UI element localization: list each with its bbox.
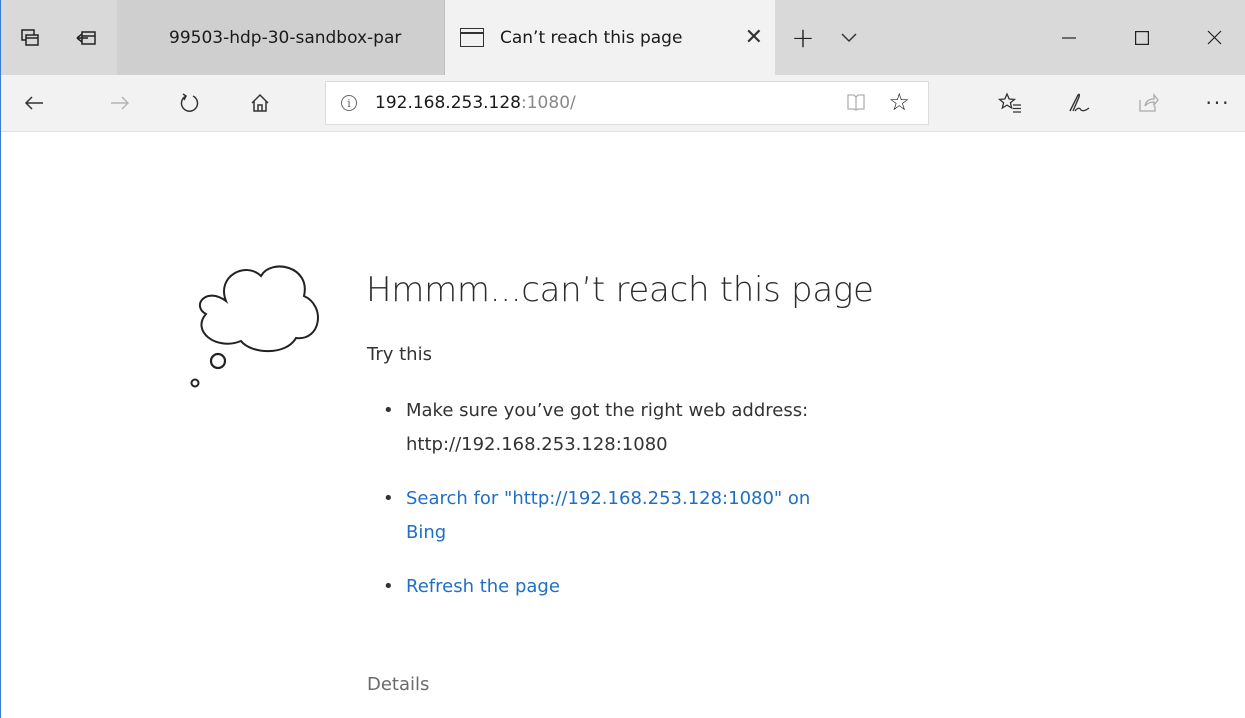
address-bar[interactable]: i 192.168.253.128:1080/ ☆: [325, 81, 929, 125]
details-toggle[interactable]: Details: [367, 674, 429, 695]
window-close-icon[interactable]: [1191, 0, 1237, 75]
suggestion-list: Make sure you’ve got the right web addre…: [380, 394, 850, 624]
list-item: Search for "http://192.168.253.128:1080"…: [380, 482, 850, 550]
tab-preview-icon[interactable]: [7, 0, 53, 75]
new-tab-icon[interactable]: +: [783, 0, 823, 75]
set-tabs-aside-icon[interactable]: [63, 0, 109, 75]
list-item: Make sure you’ve got the right web addre…: [380, 394, 850, 462]
tab-sandbox[interactable]: 99503-hdp-30-sandbox-par: [117, 0, 445, 75]
search-bing-link[interactable]: Search for "http://192.168.253.128:1080"…: [406, 488, 810, 543]
minimize-icon[interactable]: [1046, 0, 1092, 75]
reading-view-icon[interactable]: [846, 92, 866, 117]
tab-close-icon[interactable]: ✕: [745, 0, 763, 75]
share-icon[interactable]: [1125, 75, 1171, 131]
more-icon[interactable]: ···: [1195, 75, 1241, 131]
notes-pen-icon[interactable]: [1055, 75, 1101, 131]
refresh-icon[interactable]: [167, 75, 213, 131]
address-host: 192.168.253.128: [375, 93, 522, 113]
favorites-hub-icon[interactable]: [987, 75, 1033, 131]
tab-title: 99503-hdp-30-sandbox-par: [169, 27, 402, 48]
page-icon: [460, 28, 484, 47]
tab-cant-reach[interactable]: Can’t reach this page ✕: [445, 0, 775, 75]
try-this-heading: Try this: [367, 344, 432, 365]
page-title: Hmmm...can’t reach this page: [366, 270, 874, 310]
back-icon[interactable]: [11, 75, 57, 131]
tab-title: Can’t reach this page: [500, 27, 683, 48]
refresh-page-link[interactable]: Refresh the page: [406, 576, 560, 597]
navigation-bar: i 192.168.253.128:1080/ ☆ ···: [1, 75, 1245, 132]
favorite-star-icon[interactable]: ☆: [888, 88, 910, 116]
tab-dropdown-icon[interactable]: [829, 0, 869, 75]
suggestion-text: Make sure you’ve got the right web addre…: [406, 400, 809, 455]
tab-strip: 99503-hdp-30-sandbox-par Can’t reach thi…: [1, 0, 1245, 75]
maximize-icon[interactable]: [1119, 0, 1165, 75]
address-port: :1080/: [521, 93, 576, 113]
cloud-icon: [186, 256, 326, 396]
list-item: Refresh the page: [380, 570, 850, 604]
info-icon[interactable]: i: [341, 95, 357, 111]
forward-icon[interactable]: [97, 75, 143, 131]
home-icon[interactable]: [237, 75, 283, 131]
